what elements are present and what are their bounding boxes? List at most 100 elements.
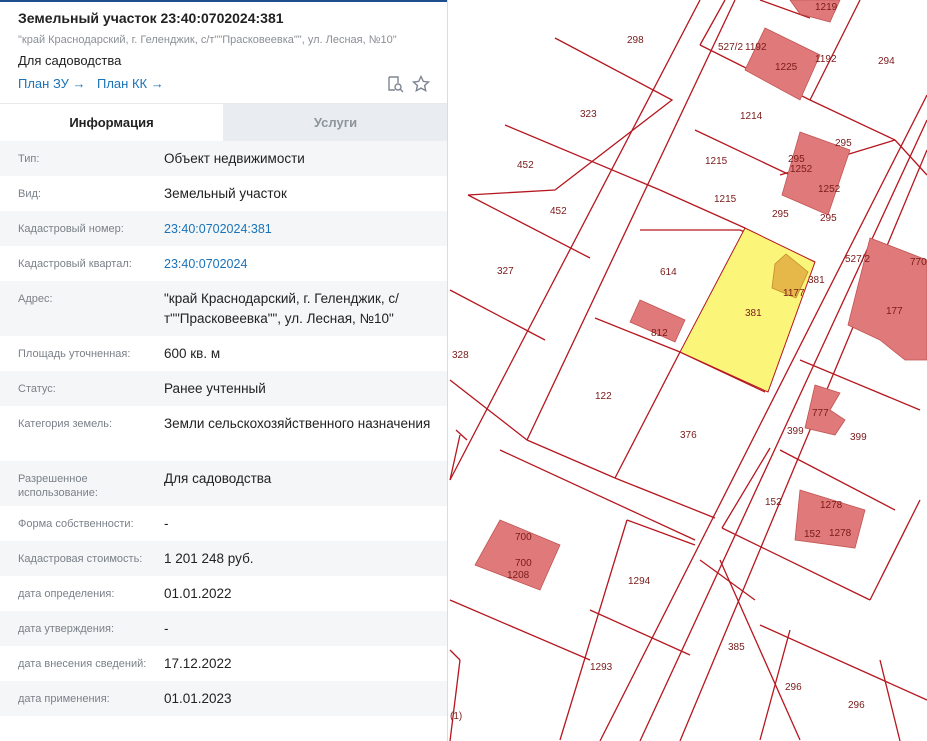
attribute-link[interactable]: 23:40:0702024	[164, 254, 434, 274]
attribute-row: Площадь уточненная: 600 кв. м	[0, 336, 447, 371]
map-label: 327	[497, 266, 514, 277]
map-label: 152	[804, 529, 821, 540]
attribute-row: дата применения: 01.01.2023	[0, 681, 447, 716]
map-label: 1252	[818, 184, 841, 195]
map-label: 1278	[829, 528, 852, 539]
map-label: 812	[651, 328, 668, 339]
attribute-label: Категория земель:	[18, 418, 113, 430]
map-label: (1)	[450, 711, 462, 722]
map-label: 152	[765, 497, 782, 508]
panel-top-border	[0, 0, 447, 2]
attribute-label: Адрес:	[18, 293, 53, 305]
attribute-value: Земли сельскохозяйственного назначения	[164, 416, 431, 431]
map-label: 295	[772, 209, 789, 220]
attribute-label: дата применения:	[18, 693, 110, 705]
attribute-row: дата утверждения: -	[0, 611, 447, 646]
attribute-label: Кадастровый квартал:	[18, 258, 132, 270]
map-label: 527/2	[845, 254, 870, 265]
tab-services[interactable]: Услуги	[223, 104, 447, 142]
attribute-value: 1 201 248 руб.	[164, 551, 254, 566]
map-label: 1278	[820, 500, 843, 511]
map-label: 1215	[705, 156, 728, 167]
attribute-label: Площадь уточненная:	[18, 348, 131, 360]
map-label: 452	[550, 206, 567, 217]
attribute-label: Тип:	[18, 153, 40, 165]
map-label: 385	[728, 642, 745, 653]
map-label: 1215	[714, 194, 737, 205]
map-label: 614	[660, 267, 677, 278]
attribute-row: Вид: Земельный участок	[0, 176, 447, 211]
map-label: 381	[745, 308, 762, 319]
object-title: Земельный участок 23:40:0702024:381	[18, 10, 284, 26]
map-label: 296	[848, 700, 865, 711]
attribute-row: Кадастровый квартал: 23:40:0702024	[0, 246, 447, 281]
map-label: 1177	[783, 288, 805, 299]
map-label: 122	[595, 391, 612, 402]
map-label: 770	[910, 257, 927, 268]
map-label: 1214	[740, 111, 763, 122]
attribute-value: Земельный участок	[164, 186, 287, 201]
map-label: 700	[515, 558, 532, 569]
attribute-value: Объект недвижимости	[164, 151, 305, 166]
map-label: 1293	[590, 662, 613, 673]
map-label: 323	[580, 109, 597, 120]
map-label: 177	[886, 306, 903, 317]
attribute-label: Кадастровый номер:	[18, 223, 124, 235]
map-label: 1225	[775, 62, 798, 73]
map-label: 295	[788, 154, 805, 165]
map-label: 295	[835, 138, 852, 149]
attribute-row: дата внесения сведений: 17.12.2022	[0, 646, 447, 681]
plan-zu-link[interactable]: План ЗУ →	[18, 76, 86, 91]
plan-kk-link[interactable]: План КК →	[97, 76, 164, 91]
map-label: 1294	[628, 576, 651, 587]
attribute-link[interactable]: 23:40:0702024:381	[164, 219, 434, 239]
map-label: 399	[850, 432, 867, 443]
search-doc-icon[interactable]	[385, 74, 405, 94]
info-tabs: Информация Услуги	[0, 103, 447, 142]
map-label: 295	[820, 213, 837, 224]
attribute-row: Кадастровый номер: 23:40:0702024:381	[0, 211, 447, 246]
attribute-value: Ранее учтенный	[164, 381, 266, 396]
attribute-row: Адрес: "край Краснодарский, г. Геленджик,…	[0, 281, 447, 336]
attribute-label: Кадастровая стоимость:	[18, 553, 143, 565]
attribute-value: -	[164, 516, 169, 531]
attribute-row: Статус: Ранее учтенный	[0, 371, 447, 406]
map-label: 1192	[745, 42, 767, 53]
map-label: 298	[627, 35, 644, 46]
attribute-value: 600 кв. м	[164, 346, 221, 361]
map-label: 1219	[815, 2, 838, 13]
map-label: 294	[878, 56, 895, 67]
attribute-row: дата определения: 01.01.2022	[0, 576, 447, 611]
attribute-value: 01.01.2022	[164, 586, 232, 601]
attribute-row: Категория земель: Земли сельскохозяйствен…	[0, 406, 447, 461]
attribute-label: Форма собственности:	[18, 518, 134, 530]
map-label: 1192	[815, 54, 837, 65]
map-label: 452	[517, 160, 534, 171]
map-label: 376	[680, 430, 697, 441]
map-label: 700	[515, 532, 532, 543]
attribute-value: "край Краснодарский, г. Геленджик, с/т""…	[164, 291, 399, 326]
attribute-label: дата определения:	[18, 588, 115, 600]
map-label: 296	[785, 682, 802, 693]
attribute-row: Тип: Объект недвижимости	[0, 141, 447, 176]
map-label: 328	[452, 350, 469, 361]
attribute-value: 17.12.2022	[164, 656, 232, 671]
map-label: 1252	[790, 164, 813, 175]
map-label: 399	[787, 426, 804, 437]
map-label: 777	[812, 408, 829, 419]
attribute-label: Разрешенное использование:	[18, 473, 98, 499]
attribute-row: Разрешенное использование: Для садоводств…	[0, 461, 447, 506]
attributes-list: Тип: Объект недвижимости Вид: Земельный уча…	[0, 141, 447, 716]
attribute-value: 01.01.2023	[164, 691, 232, 706]
star-icon[interactable]	[411, 74, 431, 94]
attribute-label: дата утверждения:	[18, 623, 115, 635]
map-label: 381	[808, 275, 825, 286]
attribute-row: Кадастровая стоимость: 1 201 248 руб.	[0, 541, 447, 576]
map-label: 527/2	[718, 42, 743, 53]
attribute-row: Форма собственности: -	[0, 506, 447, 541]
object-info-panel: Земельный участок 23:40:0702024:381 "кра…	[0, 0, 448, 741]
attribute-label: дата внесения сведений:	[18, 658, 147, 670]
map-label: 1208	[507, 570, 530, 581]
attribute-label: Вид:	[18, 188, 41, 200]
tab-information[interactable]: Информация	[0, 104, 223, 142]
